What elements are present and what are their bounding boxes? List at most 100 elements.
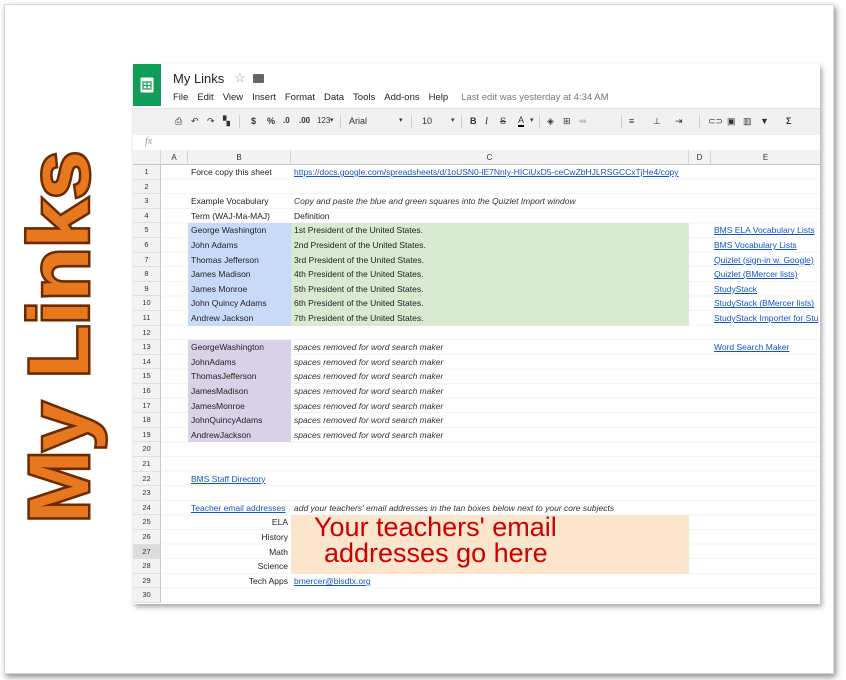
row-header[interactable]: 14: [133, 354, 161, 370]
word-search-note-cell[interactable]: spaces removed for word search maker: [294, 428, 689, 443]
insert-comment-icon[interactable]: ▣: [727, 115, 736, 127]
row-header[interactable]: 6: [133, 238, 161, 253]
word-search-note-cell[interactable]: spaces removed for word search maker: [294, 384, 689, 399]
subject-label[interactable]: History: [191, 530, 291, 545]
vocab-definition-cell[interactable]: 6th President of the United States.: [291, 296, 689, 311]
column-header-d[interactable]: D: [689, 150, 711, 165]
vocab-definition-cell[interactable]: 1st President of the United States.: [291, 223, 689, 238]
row-header[interactable]: 18: [133, 413, 161, 428]
font-size-select[interactable]: 10: [422, 115, 432, 127]
vocab-definition-cell[interactable]: 7th President of the United States.: [291, 311, 689, 326]
text-wrap-icon[interactable]: ⇥: [675, 115, 683, 127]
vocab-term-cell[interactable]: John Quincy Adams: [188, 296, 291, 311]
tech-apps-email-link[interactable]: bmercer@bisdtx.org: [294, 574, 689, 589]
borders-icon[interactable]: ⊞: [563, 115, 571, 127]
row-header[interactable]: 21: [133, 457, 161, 472]
row-header[interactable]: 4: [133, 208, 161, 224]
row-header[interactable]: 10: [133, 296, 161, 311]
star-icon[interactable]: ☆: [234, 70, 246, 86]
increase-decimals-button[interactable]: .00: [299, 115, 310, 127]
menu-insert[interactable]: Insert: [252, 92, 276, 103]
filter-icon[interactable]: ▼: [760, 115, 769, 127]
vocab-term-cell[interactable]: Thomas Jefferson: [188, 252, 291, 268]
row-header[interactable]: 19: [133, 427, 161, 443]
select-all-corner[interactable]: [133, 150, 161, 165]
print-icon[interactable]: ⎙: [175, 115, 182, 127]
vocab-term-cell[interactable]: James Monroe: [188, 281, 291, 297]
nospace-term-cell[interactable]: GeorgeWashington: [188, 340, 291, 355]
nospace-term-cell[interactable]: AndrewJackson: [188, 427, 291, 443]
row-header[interactable]: 20: [133, 442, 161, 457]
staff-directory-link[interactable]: BMS Staff Directory: [191, 472, 291, 487]
row-header[interactable]: 15: [133, 369, 161, 384]
row-header[interactable]: 17: [133, 398, 161, 414]
row-header[interactable]: 11: [133, 311, 161, 326]
number-format-button[interactable]: 123: [317, 115, 330, 127]
row-header[interactable]: 12: [133, 325, 161, 341]
cell-example-vocabulary[interactable]: Example Vocabulary: [191, 194, 291, 209]
font-family-select[interactable]: Arial: [349, 115, 399, 127]
subject-label-tech-apps[interactable]: Tech Apps: [191, 574, 291, 589]
teacher-email-link[interactable]: Teacher email addresses: [191, 501, 291, 516]
formula-bar[interactable]: fx: [133, 135, 820, 151]
document-title[interactable]: My Links: [173, 71, 224, 86]
resource-link[interactable]: Quizlet (BMercer lists): [714, 267, 820, 282]
currency-format-button[interactable]: $: [251, 115, 256, 127]
word-search-note-cell[interactable]: spaces removed for word search maker: [294, 399, 689, 414]
row-header[interactable]: 7: [133, 252, 161, 268]
column-header-e[interactable]: E: [711, 150, 820, 165]
row-header[interactable]: 1: [133, 165, 161, 180]
nospace-term-cell[interactable]: JohnQuincyAdams: [188, 413, 291, 428]
row-header[interactable]: 16: [133, 384, 161, 399]
merge-cells-icon[interactable]: ⇹: [579, 115, 587, 127]
bold-button[interactable]: B: [470, 115, 477, 127]
resource-link[interactable]: StudyStack Importer for Stu: [714, 311, 820, 326]
word-search-note-cell[interactable]: spaces removed for word search maker: [294, 340, 689, 355]
row-header[interactable]: 24: [133, 500, 161, 516]
resource-link[interactable]: BMS Vocabulary Lists: [714, 238, 820, 253]
row-header[interactable]: 29: [133, 573, 161, 589]
column-header-b[interactable]: B: [188, 150, 291, 165]
undo-icon[interactable]: ↶: [191, 115, 199, 127]
vocab-definition-cell[interactable]: 2nd President of the United States.: [291, 238, 689, 253]
chevron-down-icon[interactable]: ▾: [530, 115, 534, 127]
resource-link[interactable]: BMS ELA Vocabulary Lists: [714, 223, 820, 238]
word-search-note-cell[interactable]: spaces removed for word search maker: [294, 413, 689, 428]
italic-button[interactable]: I: [485, 115, 488, 127]
vocab-term-cell[interactable]: James Madison: [188, 267, 291, 282]
nospace-term-cell[interactable]: ThomasJefferson: [188, 369, 291, 384]
menu-addons[interactable]: Add-ons: [384, 92, 419, 103]
cell-force-copy-label[interactable]: Force copy this sheet: [191, 165, 291, 180]
resource-link[interactable]: StudyStack (BMercer lists): [714, 296, 820, 311]
cell-import-instructions[interactable]: Copy and paste the blue and green square…: [294, 194, 689, 209]
menu-tools[interactable]: Tools: [353, 92, 375, 103]
menu-help[interactable]: Help: [429, 92, 449, 103]
vocab-definition-cell[interactable]: 5th President of the United States.: [291, 281, 689, 297]
redo-icon[interactable]: ↷: [207, 115, 215, 127]
row-header[interactable]: 30: [133, 588, 161, 603]
chevron-down-icon[interactable]: ▾: [330, 115, 334, 127]
chevron-down-icon[interactable]: ▾: [451, 115, 455, 127]
row-header[interactable]: 27: [133, 544, 161, 560]
column-header-c[interactable]: C: [291, 150, 689, 165]
menu-edit[interactable]: Edit: [197, 92, 213, 103]
row-header[interactable]: 13: [133, 340, 161, 355]
folder-icon[interactable]: [253, 74, 264, 83]
resource-link[interactable]: StudyStack: [714, 282, 820, 297]
functions-icon[interactable]: Σ: [786, 115, 791, 127]
menu-view[interactable]: View: [223, 92, 243, 103]
row-header[interactable]: 23: [133, 486, 161, 501]
paint-format-icon[interactable]: ▚: [223, 115, 230, 127]
word-search-note-cell[interactable]: spaces removed for word search maker: [294, 355, 689, 370]
row-header[interactable]: 9: [133, 281, 161, 297]
percent-format-button[interactable]: %: [267, 115, 275, 127]
last-edit-status[interactable]: Last edit was yesterday at 4:34 AM: [461, 92, 608, 103]
menu-data[interactable]: Data: [324, 92, 344, 103]
cell-definition-header[interactable]: Definition: [294, 209, 689, 224]
insert-link-icon[interactable]: ⊂⊃: [708, 115, 723, 127]
menu-format[interactable]: Format: [285, 92, 315, 103]
sheets-logo-icon[interactable]: [133, 64, 161, 106]
nospace-term-cell[interactable]: JamesMonroe: [188, 398, 291, 414]
cell-term-header[interactable]: Term (WAJ-Ma-MAJ): [191, 209, 291, 224]
text-color-button[interactable]: A: [518, 115, 525, 127]
